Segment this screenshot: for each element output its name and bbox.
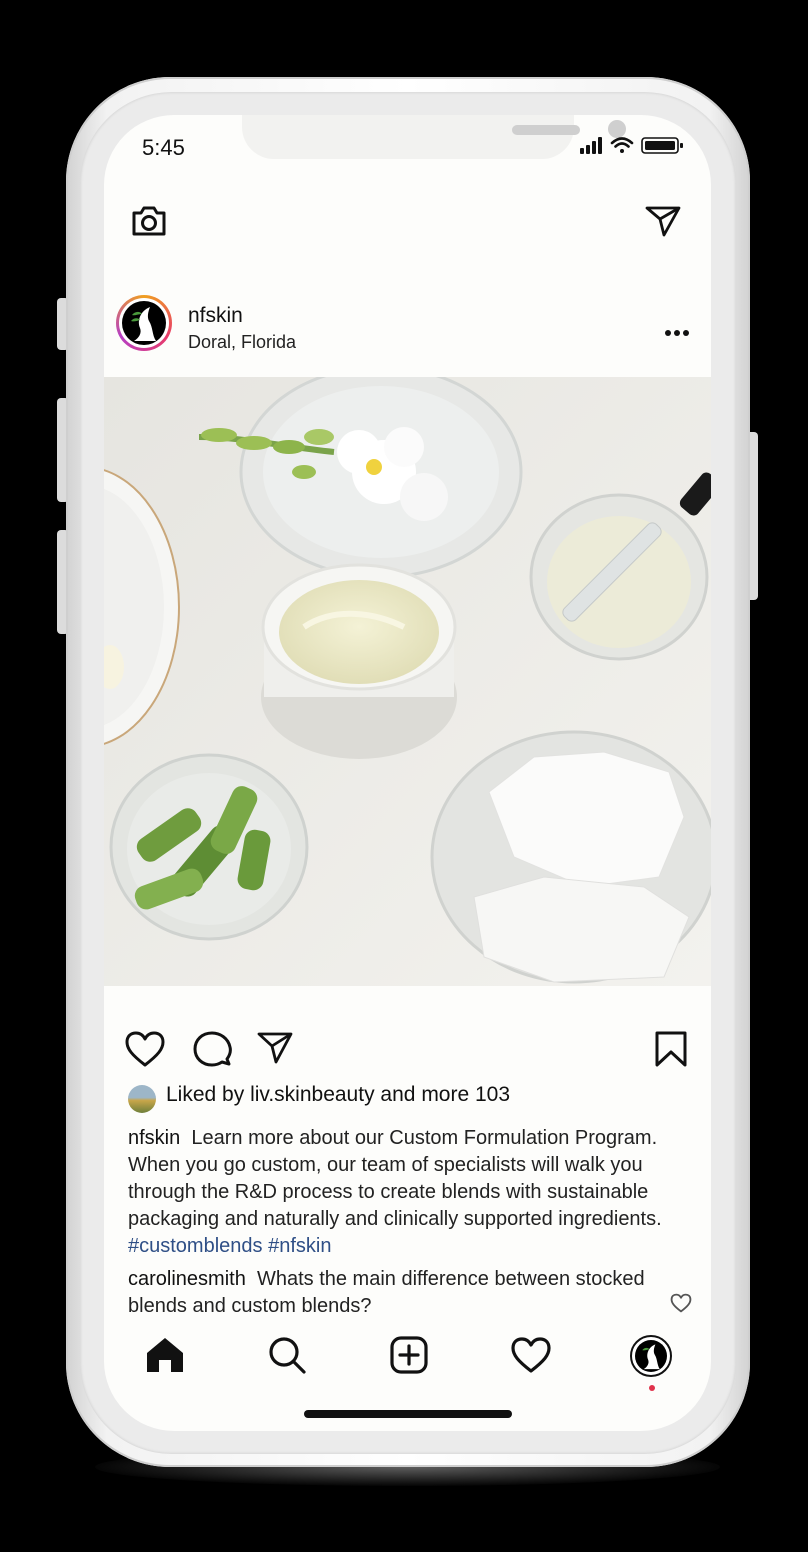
post-caption: nfskin Learn more about our Custom Formu…	[128, 1125, 706, 1260]
bookmark-icon[interactable]	[654, 1030, 688, 1073]
add-post-icon[interactable]	[388, 1335, 430, 1380]
caption-username[interactable]: nfskin	[128, 1127, 180, 1149]
notification-dot	[649, 1385, 655, 1391]
likes-conjunction: and	[380, 1083, 416, 1106]
post-username[interactable]: nfskin	[188, 304, 243, 328]
home-icon[interactable]	[144, 1335, 186, 1380]
notch	[242, 115, 626, 159]
home-indicator[interactable]	[304, 1410, 512, 1418]
wifi-icon	[610, 137, 634, 153]
post-author-avatar[interactable]	[116, 295, 172, 351]
post-image[interactable]	[104, 365, 711, 986]
cream-jar	[261, 563, 457, 759]
caption-text: Learn more about our Custom Formulation …	[128, 1127, 662, 1230]
likes-count[interactable]: more 103	[421, 1083, 510, 1106]
comment-username[interactable]: carolinesmith	[128, 1268, 246, 1290]
comment-like-icon[interactable]	[670, 1293, 692, 1318]
nfskin-logo	[122, 301, 166, 345]
shea-butter-bowl	[430, 730, 711, 984]
camera-icon[interactable]	[130, 203, 168, 244]
caption-hashtags[interactable]: #customblends #nfskin	[128, 1235, 331, 1257]
paper-plane-icon[interactable]	[644, 203, 682, 244]
phone-screen: 5:45 nfskin Doral, Florida Liked by liv.…	[104, 115, 711, 1431]
share-icon[interactable]	[256, 1030, 294, 1071]
post-location[interactable]: Doral, Florida	[188, 332, 296, 353]
liked-by-avatar[interactable]	[128, 1085, 156, 1113]
activity-heart-icon[interactable]	[510, 1335, 552, 1380]
nfskin-logo	[635, 1340, 667, 1372]
likes-prefix: Liked by	[166, 1083, 245, 1106]
comment-icon[interactable]	[192, 1030, 232, 1073]
status-icons	[578, 135, 690, 162]
battery-icon	[641, 137, 683, 154]
profile-avatar[interactable]	[630, 1335, 672, 1377]
heart-icon[interactable]	[124, 1030, 166, 1073]
liked-by-username[interactable]: liv.skinbeauty	[250, 1083, 375, 1106]
status-time: 5:45	[142, 135, 185, 160]
likes-summary[interactable]: Liked by liv.skinbeauty and more 103	[166, 1083, 510, 1107]
search-icon[interactable]	[266, 1335, 308, 1380]
comment-item: carolinesmith Whats the main difference …	[128, 1266, 668, 1320]
more-horizontal-icon[interactable]	[664, 324, 690, 342]
aloe-bowl	[109, 753, 309, 941]
signal-icon	[580, 137, 602, 154]
speaker-grille	[512, 125, 580, 135]
